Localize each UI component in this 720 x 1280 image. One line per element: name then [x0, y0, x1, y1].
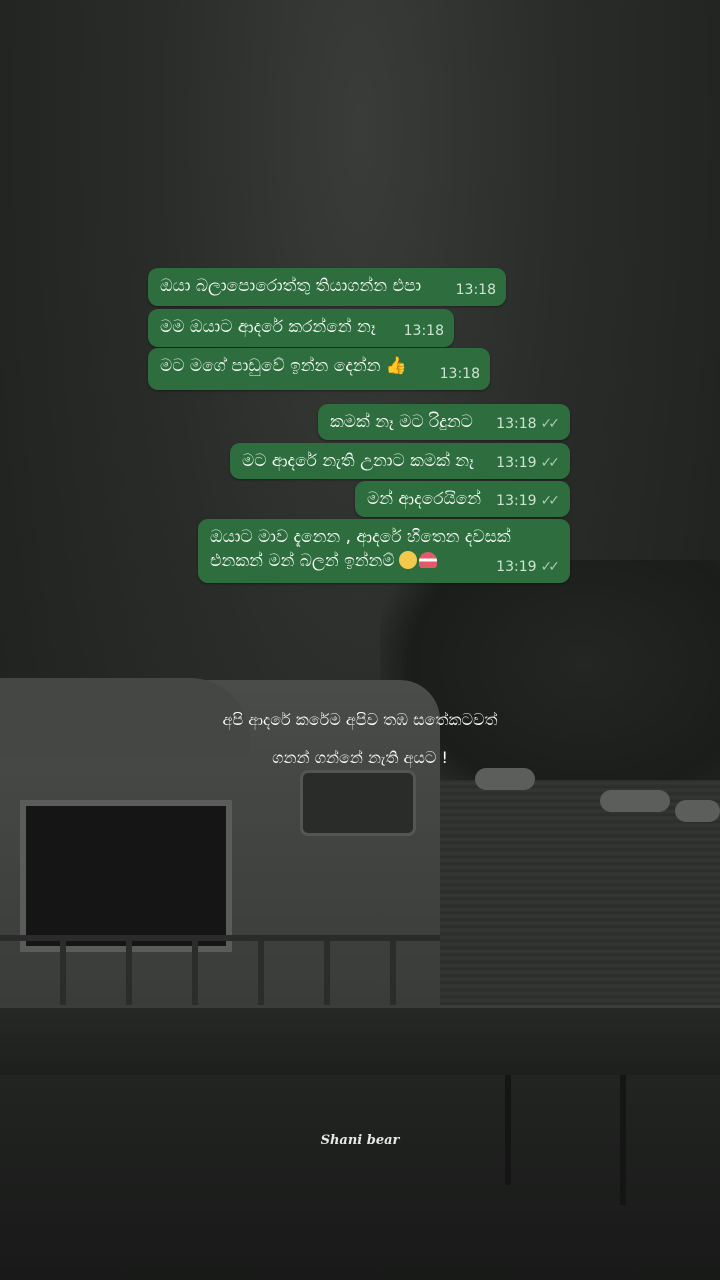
double-check-icon: ✓✓ — [540, 493, 561, 509]
houseboat-window — [20, 800, 232, 952]
message-bubble-outgoing: මන් ආදරෙයිනේ 13:19 ✓✓ — [355, 481, 570, 517]
double-check-icon: ✓✓ — [540, 559, 561, 575]
message-time: 13:18 — [439, 366, 480, 382]
message-text: මට මගේ පාඩුවේ ඉන්න දෙන්න 👍 — [160, 356, 408, 376]
boat — [600, 790, 670, 812]
message-bubble-outgoing: කමක් නෑ මට රිදුනට 13:18 ✓✓ — [318, 404, 570, 440]
message-text: මට ආදරේ නැති උනාට කමක් නෑ — [242, 451, 474, 471]
message-time: 13:18 — [455, 282, 496, 298]
message-text: මම ඔයාට ආදරේ කරන්නේ නෑ — [160, 317, 376, 337]
signature: Shani bear — [320, 1133, 400, 1148]
railing-post — [505, 1075, 511, 1185]
message-time: 13:19 — [496, 559, 537, 575]
message-text: ඔයා බලාපොරොත්තු තියාගන්න එපා — [160, 276, 422, 296]
message-time: 13:18 — [403, 323, 444, 339]
heart-icon — [418, 552, 437, 568]
deck — [0, 1005, 720, 1078]
message-time: 13:19 — [496, 455, 537, 471]
message-bubble-outgoing: මට ආදරේ නැති උනාට කමක් නෑ 13:19 ✓✓ — [230, 443, 570, 479]
message-text: කමක් නෑ මට රිදුනට — [330, 412, 473, 432]
double-check-icon: ✓✓ — [540, 455, 561, 471]
message-time: 13:19 — [496, 493, 537, 509]
houseboat-front-window — [300, 770, 416, 836]
message-bubble-incoming: ඔයා බලාපොරොත්තු තියාගන්න එපා 13:18 — [148, 268, 506, 306]
quote-line-1: අපි ආදරේ කරේම අපිව තඹ සතේකටවත් — [222, 710, 498, 729]
foreground — [0, 1075, 720, 1280]
message-bubble-outgoing: ඔයාට මාව දැනෙන , ආදරේ හිතෙන දවසක් එනකන් … — [198, 519, 570, 583]
message-text: මන් ආදරෙයිනේ — [367, 489, 482, 509]
message-text: ඔයාට මාව දැනෙන , ආදරේ හිතෙන දවසක් එනකන් … — [210, 527, 511, 571]
boat — [675, 800, 720, 822]
double-check-icon: ✓✓ — [540, 416, 561, 432]
pleading-face-icon — [398, 551, 417, 569]
message-bubble-incoming: මට මගේ පාඩුවේ ඉන්න දෙන්න 👍 13:18 — [148, 348, 490, 390]
message-time: 13:18 — [496, 416, 537, 432]
message-bubble-incoming: මම ඔයාට ආදරේ කරන්නේ නෑ 13:18 — [148, 309, 454, 347]
quote-line-2: ගනන් ගන්නේ නැති අයට ! — [272, 748, 448, 767]
